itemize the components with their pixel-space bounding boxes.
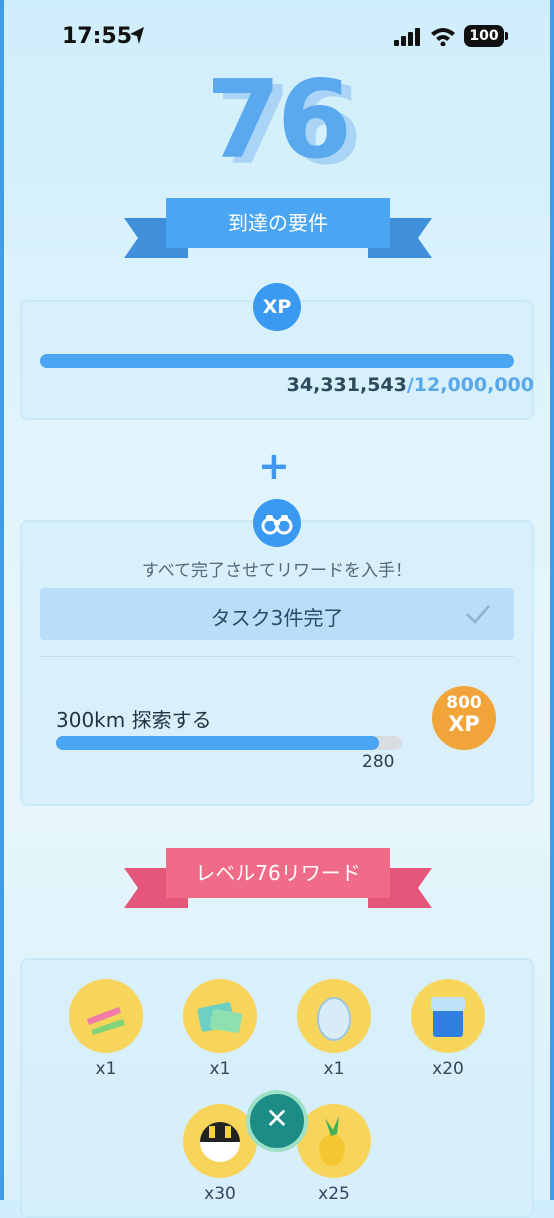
reward-count: x1: [323, 1059, 345, 1079]
reward-item[interactable]: x1: [297, 979, 371, 1079]
plus-sign: +: [258, 444, 290, 488]
quest-label: 300km 探索する: [56, 708, 212, 732]
egg-icon: [297, 979, 371, 1053]
rewards-title: レベル76リワード: [166, 848, 390, 898]
reward-count: x20: [432, 1059, 464, 1079]
location-arrow-icon: [130, 27, 144, 44]
quest-xp-amount: 800: [446, 693, 482, 713]
tasks-subtitle: すべて完了させてリワードを入手！: [141, 561, 413, 581]
tasks-complete-row[interactable]: タスク3件完了: [40, 588, 514, 640]
xp-progress-bar: [40, 354, 514, 368]
close-icon: ✕: [265, 1102, 289, 1135]
quest-xp-reward-badge: 800 XP: [432, 686, 496, 750]
reward-item[interactable]: x20: [411, 979, 485, 1079]
rewards-ribbon: レベル76リワード: [124, 848, 432, 908]
pinap-berry-icon: [297, 1104, 371, 1178]
xp-progress-text: 34,331,543/12,000,000: [287, 374, 534, 396]
cellular-signal-icon: [394, 28, 420, 46]
reward-count: x25: [318, 1184, 350, 1204]
quest-progress-value: 280: [362, 752, 395, 772]
xp-current: 34,331,543: [286, 374, 407, 396]
quest-xp-unit: XP: [448, 712, 480, 736]
requirements-ribbon: 到達の要件: [124, 198, 432, 258]
close-button[interactable]: ✕: [246, 1090, 308, 1152]
status-time: 17:55: [62, 24, 133, 49]
level-number: 76: [205, 58, 352, 183]
binoculars-icon: [253, 499, 301, 547]
quest-progress-bar: [56, 736, 379, 750]
xp-goal: /12,000,000: [406, 374, 534, 396]
reward-count: x30: [204, 1184, 236, 1204]
status-bar: 17:55 100: [0, 22, 554, 52]
reward-item[interactable]: x1: [183, 979, 257, 1079]
reward-count: x1: [209, 1059, 231, 1079]
requirements-title: 到達の要件: [166, 198, 390, 248]
reward-count: x1: [95, 1059, 117, 1079]
box-icon: [411, 979, 485, 1053]
xp-badge: XP: [253, 283, 301, 331]
battery-indicator: 100: [464, 25, 508, 47]
tasks-complete-label: タスク3件完了: [210, 606, 344, 630]
rainbow-candy-icon: [69, 979, 143, 1053]
tm-ticket-icon: [183, 979, 257, 1053]
reward-item[interactable]: x25: [297, 1104, 371, 1204]
tasks-divider: [40, 656, 514, 657]
reward-item[interactable]: x1: [69, 979, 143, 1079]
wifi-icon: [431, 28, 455, 46]
check-icon: [466, 605, 490, 624]
